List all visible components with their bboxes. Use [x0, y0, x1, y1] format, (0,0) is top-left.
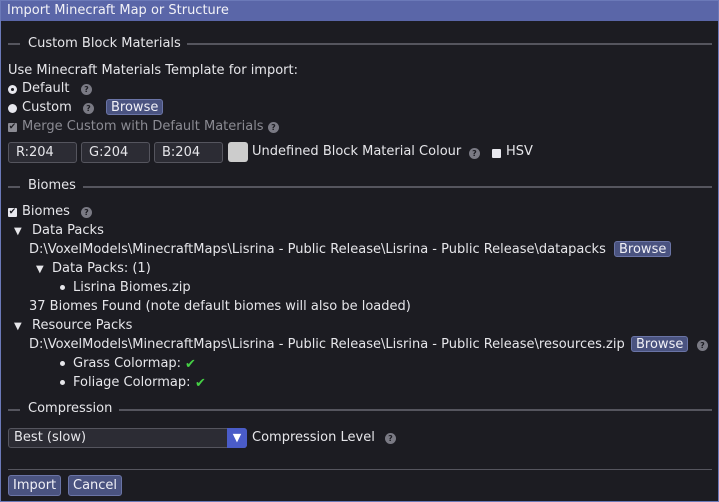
- biomes-checkbox-label[interactable]: Biomes: [22, 204, 70, 219]
- section-divider: [83, 186, 712, 188]
- bullet-icon: [60, 361, 65, 366]
- footer-divider: [8, 469, 712, 470]
- section-divider: [8, 186, 20, 188]
- help-icon[interactable]: ?: [83, 103, 94, 114]
- help-icon[interactable]: ?: [81, 207, 92, 218]
- section-divider: [8, 43, 20, 45]
- checkmark-icon: ✔: [8, 122, 17, 132]
- data-pack-file: Lisrina Biomes.zip: [73, 280, 191, 295]
- help-icon[interactable]: ?: [81, 84, 92, 95]
- section-divider: [187, 43, 712, 45]
- compression-selected-value: Best (slow): [14, 430, 87, 445]
- success-check-icon: ✔: [185, 357, 196, 372]
- biomes-checkbox[interactable]: ✔: [8, 207, 17, 217]
- section-divider: [8, 409, 20, 411]
- merge-label: Merge Custom with Default Materials: [22, 119, 264, 134]
- window-title: Import Minecraft Map or Structure: [1, 1, 718, 21]
- tree-expanded-icon[interactable]: ▼: [14, 320, 22, 334]
- success-check-icon: ✔: [195, 376, 206, 391]
- browse-resources-button[interactable]: Browse: [631, 336, 689, 352]
- hsv-label[interactable]: HSV: [506, 144, 533, 159]
- section-label-materials: Custom Block Materials: [28, 36, 181, 51]
- data-packs-path: D:\VoxelModels\MinecraftMaps\Lisrina - P…: [29, 242, 606, 257]
- foliage-colormap-label: Foliage Colormap:: [73, 375, 191, 390]
- grass-colormap-label: Grass Colormap:: [73, 356, 182, 371]
- data-packs-node[interactable]: Data Packs: [32, 223, 104, 238]
- merge-checkbox[interactable]: ✔: [8, 122, 17, 132]
- g-value-field[interactable]: G:204: [81, 142, 150, 163]
- radio-default-label[interactable]: Default: [22, 81, 70, 96]
- import-dialog: Import Minecraft Map or Structure Custom…: [0, 0, 719, 502]
- help-icon[interactable]: ?: [697, 340, 708, 351]
- help-icon[interactable]: ?: [469, 148, 480, 159]
- hsv-checkbox[interactable]: [492, 149, 501, 158]
- compression-level-select[interactable]: Best (slow) ▼: [8, 428, 247, 448]
- browse-datapacks-button[interactable]: Browse: [614, 241, 672, 257]
- data-packs-count-node[interactable]: Data Packs: (1): [52, 261, 151, 276]
- chevron-down-icon[interactable]: ▼: [227, 428, 247, 448]
- import-button[interactable]: Import: [8, 475, 62, 496]
- bullet-icon: [60, 380, 65, 385]
- radio-default[interactable]: [8, 85, 17, 94]
- resource-packs-node[interactable]: Resource Packs: [32, 318, 132, 333]
- resource-packs-path: D:\VoxelModels\MinecraftMaps\Lisrina - P…: [29, 337, 625, 352]
- bullet-icon: [60, 285, 65, 290]
- help-icon[interactable]: ?: [385, 433, 396, 444]
- cancel-button[interactable]: Cancel: [68, 475, 123, 496]
- section-divider: [119, 409, 712, 411]
- checkmark-icon: ✔: [8, 207, 17, 217]
- help-icon[interactable]: ?: [268, 122, 279, 133]
- radio-custom[interactable]: [8, 104, 17, 113]
- template-label: Use Minecraft Materials Template for imp…: [8, 63, 298, 78]
- compression-level-label: Compression Level: [252, 430, 375, 445]
- browse-materials-button[interactable]: Browse: [106, 99, 164, 115]
- undefined-colour-label: Undefined Block Material Colour: [252, 144, 462, 159]
- tree-expanded-icon[interactable]: ▼: [14, 225, 22, 239]
- section-label-biomes: Biomes: [28, 178, 76, 193]
- b-value-field[interactable]: B:204: [154, 142, 223, 163]
- section-label-compression: Compression: [28, 401, 113, 416]
- color-swatch[interactable]: [228, 142, 248, 162]
- tree-expanded-icon[interactable]: ▼: [36, 263, 44, 277]
- radio-custom-label[interactable]: Custom: [22, 100, 72, 115]
- biomes-found-text: 37 Biomes Found (note default biomes wil…: [29, 299, 411, 314]
- r-value-field[interactable]: R:204: [8, 142, 77, 163]
